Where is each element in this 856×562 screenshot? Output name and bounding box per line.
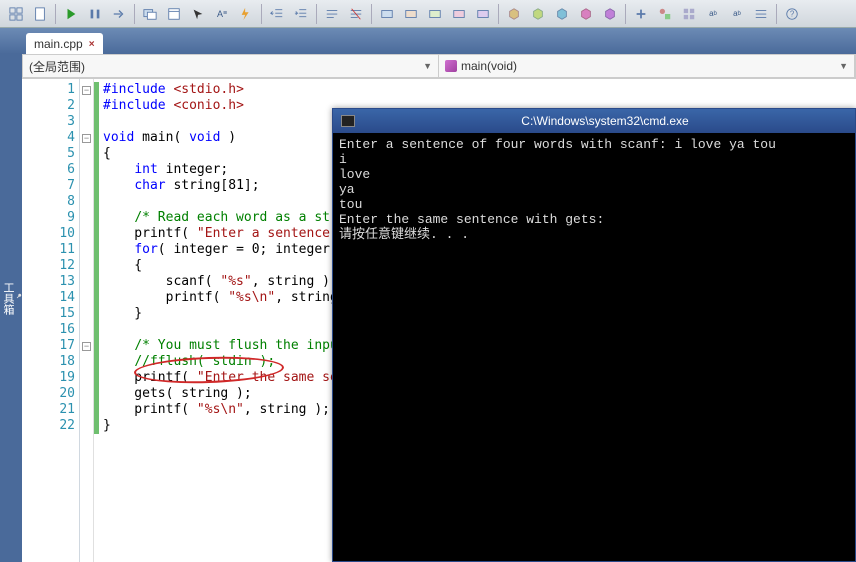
line-number-gutter: 12345678910111213141516171819202122 [22,79,80,562]
file-tab-label: main.cpp [34,37,83,51]
tb-comment-icon[interactable] [321,3,343,25]
tb-doc-icon[interactable] [29,3,51,25]
file-tab-main[interactable]: main.cpp × [26,33,103,54]
tb-r5-icon[interactable] [472,3,494,25]
tb-separator [55,4,56,24]
close-icon[interactable]: × [89,39,95,50]
tb-separator [316,4,317,24]
tb-separator [625,4,626,24]
tb-plus-icon[interactable] [630,3,652,25]
tb-c2-icon[interactable] [527,3,549,25]
console-titlebar[interactable]: C:\Windows\system32\cmd.exe [333,109,855,133]
scope-right-label: main(void) [461,59,517,73]
fold-gutter: −−− [80,79,94,562]
tb-separator [261,4,262,24]
tb-c4-icon[interactable] [575,3,597,25]
tb-arrow-icon[interactable] [187,3,209,25]
scope-bar: (全局范围) ▼ main(void) ▼ [22,54,856,78]
chevron-down-icon: ▼ [839,61,848,71]
tb-grid2-icon[interactable] [678,3,700,25]
scope-dropdown-left[interactable]: (全局范围) ▼ [23,55,439,77]
tb-separator [776,4,777,24]
tb-indent-icon[interactable] [290,3,312,25]
tb-r2-icon[interactable] [400,3,422,25]
tb-shapes-icon[interactable] [654,3,676,25]
console-output: Enter a sentence of four words with scan… [333,133,855,246]
tb-bolt-icon[interactable] [235,3,257,25]
scope-left-label: (全局范围) [29,58,85,75]
tb-step-icon[interactable] [108,3,130,25]
scope-dropdown-right[interactable]: main(void) ▼ [439,55,855,77]
toolbox-sidebar[interactable]: 工具箱 [0,28,22,562]
tb-r3-icon[interactable] [424,3,446,25]
tb-window1-icon[interactable] [139,3,161,25]
tb-r1-icon[interactable] [376,3,398,25]
tb-separator [134,4,135,24]
tb-c1-icon[interactable] [503,3,525,25]
tb-a2-icon[interactable]: ab [726,3,748,25]
console-window[interactable]: C:\Windows\system32\cmd.exe Enter a sent… [332,108,856,562]
tb-uncomment-icon[interactable] [345,3,367,25]
cmd-icon [341,115,355,127]
tb-window2-icon[interactable] [163,3,185,25]
tb-bars-icon[interactable] [750,3,772,25]
tb-c3-icon[interactable] [551,3,573,25]
method-icon [445,60,457,72]
tb-grid-icon[interactable] [5,3,27,25]
document-tab-row: main.cpp × [0,28,856,54]
tb-separator [371,4,372,24]
tb-r4-icon[interactable] [448,3,470,25]
console-title-text: C:\Windows\system32\cmd.exe [363,114,847,128]
svg-text:?: ? [790,9,795,18]
tb-help-icon[interactable]: ? [781,3,803,25]
tb-separator [498,4,499,24]
tb-a1-icon[interactable]: ab [702,3,724,25]
tb-abc-icon[interactable]: A≡ [211,3,233,25]
toolbox-label: 工具箱 [0,282,16,315]
main-toolbar: A≡ ab ab ? [0,0,856,28]
tb-pause-icon[interactable] [84,3,106,25]
chevron-down-icon: ▼ [423,61,432,71]
tb-c5-icon[interactable] [599,3,621,25]
tb-play-icon[interactable] [60,3,82,25]
tb-outdent-icon[interactable] [266,3,288,25]
